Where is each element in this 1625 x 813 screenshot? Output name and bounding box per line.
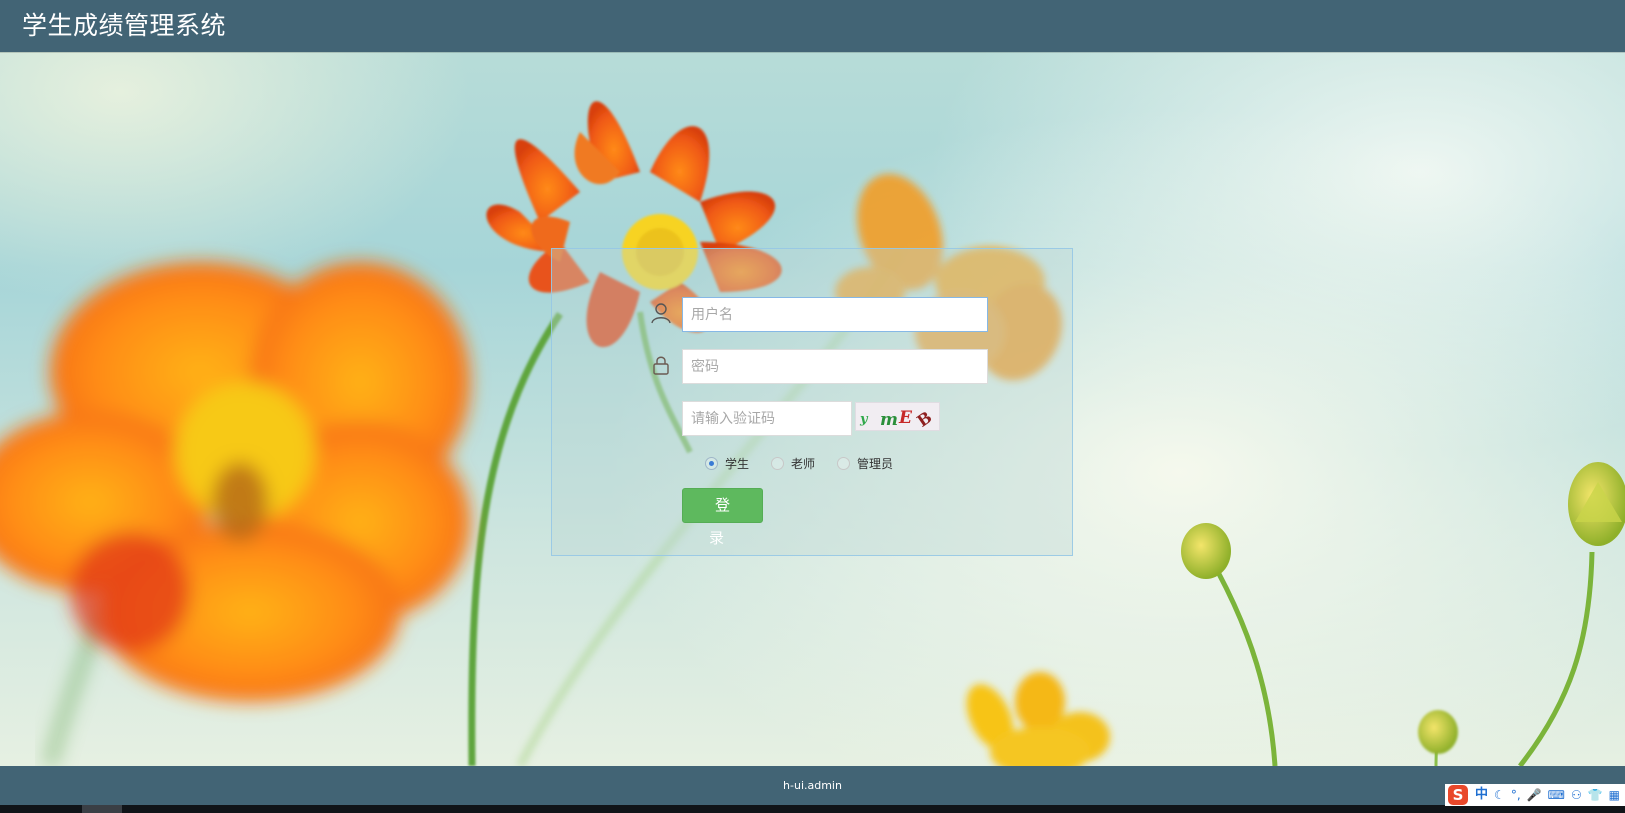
user-icon	[651, 303, 671, 324]
lock-icon	[653, 356, 669, 375]
skin-icon[interactable]: 👕	[1588, 785, 1603, 805]
captcha-char-2: m	[880, 410, 898, 430]
radio-label: 学生	[725, 456, 750, 471]
username-input[interactable]	[682, 297, 988, 332]
captcha-image[interactable]: y m E B	[855, 402, 940, 431]
radio-label: 管理员	[857, 456, 894, 471]
sogou-logo-icon[interactable]: S	[1448, 785, 1469, 805]
captcha-char-1: y	[859, 412, 869, 427]
radio-label: 老师	[791, 456, 816, 471]
role-teacher-radio[interactable]: 老师	[771, 455, 815, 472]
chinese-mode-icon[interactable]: 中	[1475, 785, 1488, 805]
half-width-icon[interactable]: ☾	[1494, 785, 1505, 805]
captcha-char-4: B	[913, 407, 935, 430]
page-title: 学生成绩管理系统	[22, 11, 227, 40]
keyboard-icon[interactable]: ⌨	[1548, 785, 1565, 805]
captcha-glyphs: y m E B	[859, 407, 935, 430]
footer-text: h-ui.admin	[783, 779, 842, 792]
microphone-icon[interactable]: 🎤	[1527, 785, 1542, 805]
login-button[interactable]: 登 录	[682, 488, 763, 547]
footer-bar: h-ui.admin	[0, 766, 1625, 805]
role-radio-group: 学生 老师 管理员	[705, 453, 915, 473]
login-panel: y m E B 学生 老师 管理员 登 录	[551, 248, 1073, 556]
ime-toolbar: S 中 ☾ °, 🎤 ⌨ ⚇ 👕 ▦	[1445, 784, 1625, 806]
role-admin-radio[interactable]: 管理员	[837, 455, 893, 472]
captcha-char-3: E	[898, 408, 913, 428]
radio-button[interactable]	[705, 456, 718, 470]
radio-button[interactable]	[837, 456, 851, 470]
captcha-input[interactable]	[682, 401, 852, 436]
taskbar-item[interactable]	[82, 805, 122, 813]
top-header: 学生成绩管理系统	[0, 0, 1625, 52]
punctuation-icon[interactable]: °,	[1511, 785, 1521, 805]
toolbox-icon[interactable]: ▦	[1609, 785, 1620, 805]
password-input[interactable]	[682, 349, 988, 384]
login-page: 学生成绩管理系统 用户名 请输入验证码 y m E B 学生 老师 管理员 登 …	[0, 0, 1625, 813]
role-student-radio[interactable]: 学生	[705, 455, 749, 472]
os-taskbar	[0, 805, 1625, 813]
radio-button[interactable]	[771, 456, 785, 470]
user-icon[interactable]: ⚇	[1571, 785, 1582, 805]
